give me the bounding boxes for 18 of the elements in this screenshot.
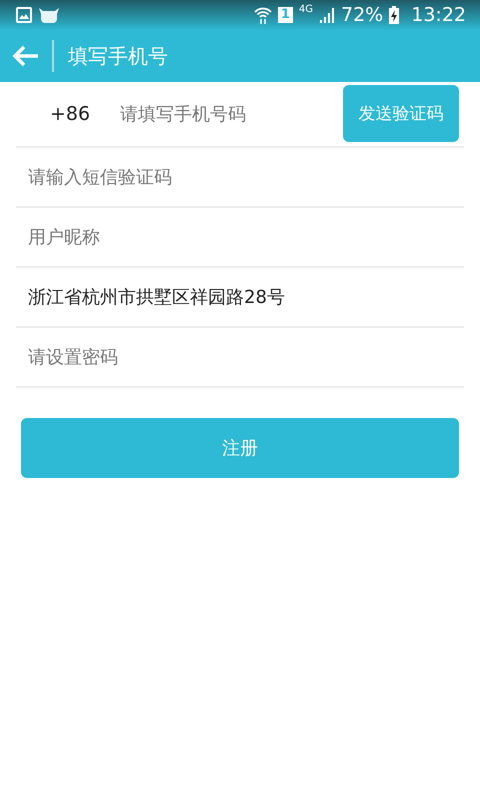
input-field[interactable]: 请设置密码: [16, 337, 464, 377]
battery-charging-icon: [389, 6, 400, 24]
back-arrow-icon[interactable]: [12, 45, 40, 67]
screen-title: 填写手机号: [68, 42, 168, 70]
wifi-icon: [254, 6, 272, 24]
clock: 13:22: [411, 4, 466, 26]
input-field[interactable]: 浙江省杭州市拱墅区祥园路28号: [16, 277, 464, 317]
input-field[interactable]: 用户昵称: [16, 217, 464, 257]
battery-percent: 72%: [341, 4, 384, 26]
signal-icon: [319, 7, 335, 23]
send-code-button[interactable]: 发送验证码: [343, 85, 459, 142]
input-field[interactable]: 请输入短信验证码: [16, 157, 464, 197]
country-code: +86: [48, 102, 92, 127]
sim-indicator: 1: [278, 7, 293, 23]
image-icon: [16, 7, 32, 23]
phone-input-field[interactable]: 请填写手机号码: [108, 94, 343, 134]
network-type: 4G: [298, 4, 313, 15]
register-button[interactable]: 注册: [21, 418, 459, 478]
